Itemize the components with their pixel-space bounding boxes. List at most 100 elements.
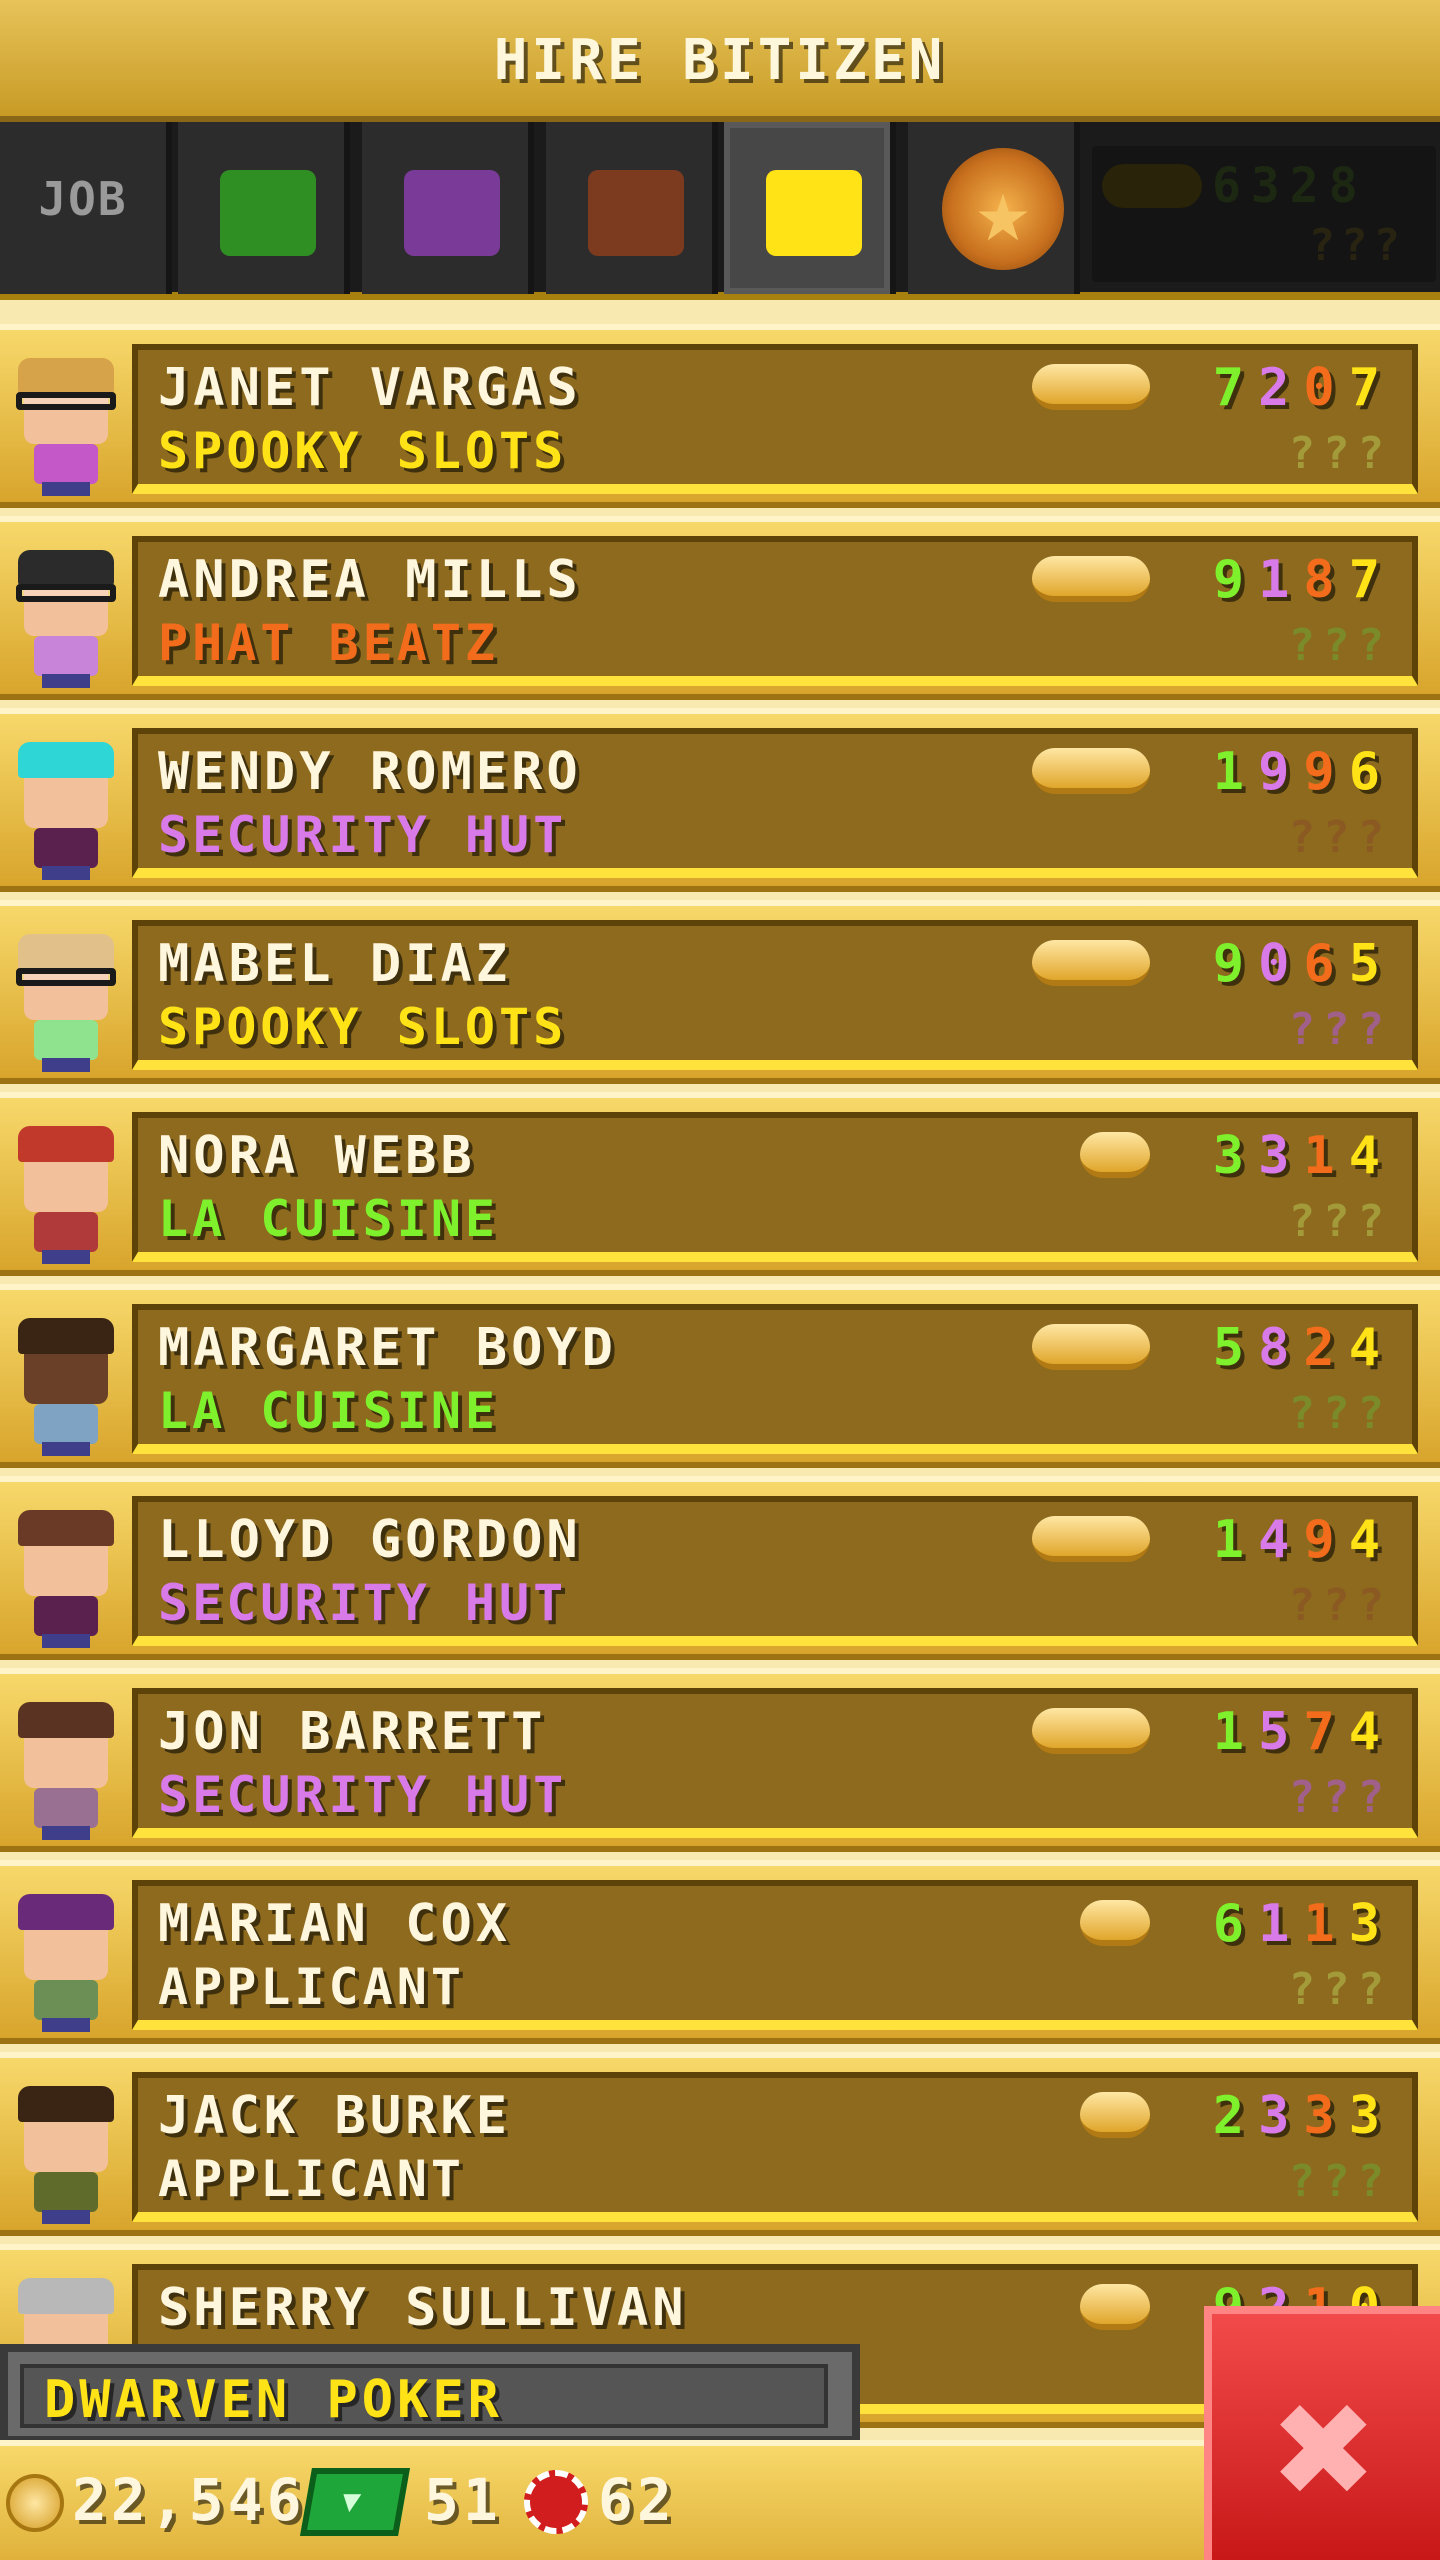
dream-job-coin-icon xyxy=(1032,1708,1150,1754)
bitizen-skill-stats: 9065 xyxy=(1213,934,1394,994)
bitizen-name: MARGARET BOYD xyxy=(158,1318,617,1378)
avatar-hair xyxy=(18,742,114,778)
bitizen-card[interactable]: WENDY ROMERO SECURITY HUT 1996??? xyxy=(132,728,1418,878)
bitizen-avatar xyxy=(10,934,120,1074)
bitizen-row[interactable]: JACK BURKE APPLICANT 2333??? xyxy=(0,2052,1440,2236)
dream-job-coin-icon xyxy=(1080,1900,1150,1946)
avatar-hair xyxy=(18,550,114,586)
skill-stat-3: 9 xyxy=(1303,1510,1349,1570)
skill-stat-2: 2 xyxy=(1258,358,1304,418)
skill-stat-4: 3 xyxy=(1348,2086,1394,2146)
bitizen-name: LLOYD GORDON xyxy=(158,1510,582,1570)
filter-tab-service[interactable] xyxy=(362,122,534,294)
bitizen-job: SPOOKY SLOTS xyxy=(158,998,568,1056)
skill-stat-3: 8 xyxy=(1303,550,1349,610)
building-label: DWARVEN POKER xyxy=(0,2344,860,2444)
bitizen-card[interactable]: MARIAN COX APPLICANT 6113??? xyxy=(132,1880,1418,2030)
star-medal-icon xyxy=(942,148,1064,270)
bitizen-card[interactable]: MABEL DIAZ SPOOKY SLOTS 9065??? xyxy=(132,920,1418,1070)
skill-stat-1: 6 xyxy=(1212,1894,1259,1954)
filter-tab-food[interactable] xyxy=(178,122,350,294)
bitizen-name: MARIAN COX xyxy=(158,1894,512,1954)
bitizen-dream-job-unknown: ??? xyxy=(1288,2156,1392,2207)
dream-job-coin-icon xyxy=(1032,1324,1150,1370)
bitizen-card[interactable]: MARGARET BOYD LA CUISINE 5824??? xyxy=(132,1304,1418,1454)
dream-job-coin-icon xyxy=(1080,2284,1150,2330)
bitizen-job: LA CUISINE xyxy=(158,1190,500,1248)
bitizen-skill-stats: 5824 xyxy=(1213,1318,1394,1378)
skill-stat-1: 7 xyxy=(1212,358,1259,418)
bitizen-name: ANDREA MILLS xyxy=(158,550,582,610)
avatar-legs xyxy=(42,1826,90,1840)
skill-stat-1: 1 xyxy=(1212,1702,1259,1762)
avatar-hair xyxy=(18,1126,114,1162)
bitizen-dream-job-unknown: ??? xyxy=(1288,1004,1392,1055)
filter-tab-job[interactable]: JOB xyxy=(0,122,172,294)
bitizen-card[interactable]: JANET VARGAS SPOOKY SLOTS 7207??? xyxy=(132,344,1418,494)
bitizen-card[interactable]: ANDREA MILLS PHAT BEATZ 9187??? xyxy=(132,536,1418,686)
avatar-hair xyxy=(18,2278,114,2314)
bitizen-row[interactable]: JON BARRETT SECURITY HUT 1574??? xyxy=(0,1668,1440,1852)
chip-count: 62 xyxy=(598,2466,676,2534)
avatar-hair xyxy=(18,1894,114,1930)
glasses-icon xyxy=(16,968,116,986)
bitizen-job: SPOOKY SLOTS xyxy=(158,422,568,480)
bitizen-card[interactable]: NORA WEBB LA CUISINE 3314??? xyxy=(132,1112,1418,1262)
skill-stat-4: 4 xyxy=(1348,1510,1394,1570)
skill-stat-4: 4 xyxy=(1348,1702,1394,1762)
skill-stat-4: 4 xyxy=(1348,1126,1394,1186)
skill-stat-4: 7 xyxy=(1348,550,1394,610)
building-label-inner: DWARVEN POKER xyxy=(20,2364,828,2430)
skill-stat-1: 5 xyxy=(1212,1318,1259,1378)
filter-tab-creative[interactable] xyxy=(908,122,1080,294)
green-square-icon xyxy=(220,170,316,256)
bitizen-row[interactable]: MARGARET BOYD LA CUISINE 5824??? xyxy=(0,1284,1440,1468)
bitizen-row[interactable]: MARIAN COX APPLICANT 6113??? xyxy=(0,1860,1440,2044)
sort-stats-header[interactable]: 6328 ??? xyxy=(1092,146,1436,282)
filter-tab-retail[interactable] xyxy=(724,122,896,294)
bitizen-row[interactable]: WENDY ROMERO SECURITY HUT 1996??? xyxy=(0,708,1440,892)
dream-job-coin-icon xyxy=(1032,940,1150,986)
avatar-legs xyxy=(42,2210,90,2224)
skill-stat-3: 3 xyxy=(1303,2086,1349,2146)
avatar-hair xyxy=(18,934,114,970)
avatar-body xyxy=(34,1212,98,1252)
close-button[interactable]: ✖ xyxy=(1204,2306,1440,2560)
skill-stat-2: 8 xyxy=(1258,1318,1304,1378)
bitizen-skill-stats: 3314 xyxy=(1213,1126,1394,1186)
skill-stat-3: 0 xyxy=(1303,358,1349,418)
bitizen-row[interactable]: LLOYD GORDON SECURITY HUT 1494??? xyxy=(0,1476,1440,1660)
avatar-body xyxy=(34,444,98,484)
skill-stat-2: 9 xyxy=(1258,742,1304,802)
skill-stat-2: 3 xyxy=(1258,2086,1304,2146)
bitizen-dream-job-unknown: ??? xyxy=(1288,428,1392,479)
bitizen-card[interactable]: LLOYD GORDON SECURITY HUT 1494??? xyxy=(132,1496,1418,1646)
bitizen-dream-job-unknown: ??? xyxy=(1288,1388,1392,1439)
skill-stat-4: 5 xyxy=(1348,934,1394,994)
bitizen-card[interactable]: JACK BURKE APPLICANT 2333??? xyxy=(132,2072,1418,2222)
bitizen-list[interactable]: JANET VARGAS SPOOKY SLOTS 7207??? ANDREA MI… xyxy=(0,300,1440,2460)
skill-stat-2: 0 xyxy=(1258,934,1304,994)
bitizen-row[interactable]: ANDREA MILLS PHAT BEATZ 9187??? xyxy=(0,516,1440,700)
avatar-body xyxy=(34,2172,98,2212)
skill-stat-3: 1 xyxy=(1303,1894,1349,1954)
dream-job-coin-icon xyxy=(1032,1516,1150,1562)
avatar-hair xyxy=(18,1702,114,1738)
bitizen-row[interactable]: MABEL DIAZ SPOOKY SLOTS 9065??? xyxy=(0,900,1440,1084)
filter-tab-recreation[interactable] xyxy=(546,122,718,294)
bitizen-job: APPLICANT xyxy=(158,1958,465,2016)
skill-stat-1: 9 xyxy=(1212,934,1259,994)
bitizen-avatar xyxy=(10,1318,120,1458)
skill-stat-1: 2 xyxy=(1212,2086,1259,2146)
bitizen-card[interactable]: JON BARRETT SECURITY HUT 1574??? xyxy=(132,1688,1418,1838)
bitizen-skill-stats: 1996 xyxy=(1213,742,1394,802)
avatar-body xyxy=(34,828,98,868)
bitizen-job: SECURITY HUT xyxy=(158,806,568,864)
skill-stat-3: 6 xyxy=(1303,934,1349,994)
skill-stat-4: 6 xyxy=(1348,742,1394,802)
bitizen-row[interactable]: JANET VARGAS SPOOKY SLOTS 7207??? xyxy=(0,324,1440,508)
skill-stat-2: 3 xyxy=(1258,1126,1304,1186)
avatar-body xyxy=(34,1020,98,1060)
bitizen-row[interactable]: NORA WEBB LA CUISINE 3314??? xyxy=(0,1092,1440,1276)
bitizen-name: MABEL DIAZ xyxy=(158,934,512,994)
